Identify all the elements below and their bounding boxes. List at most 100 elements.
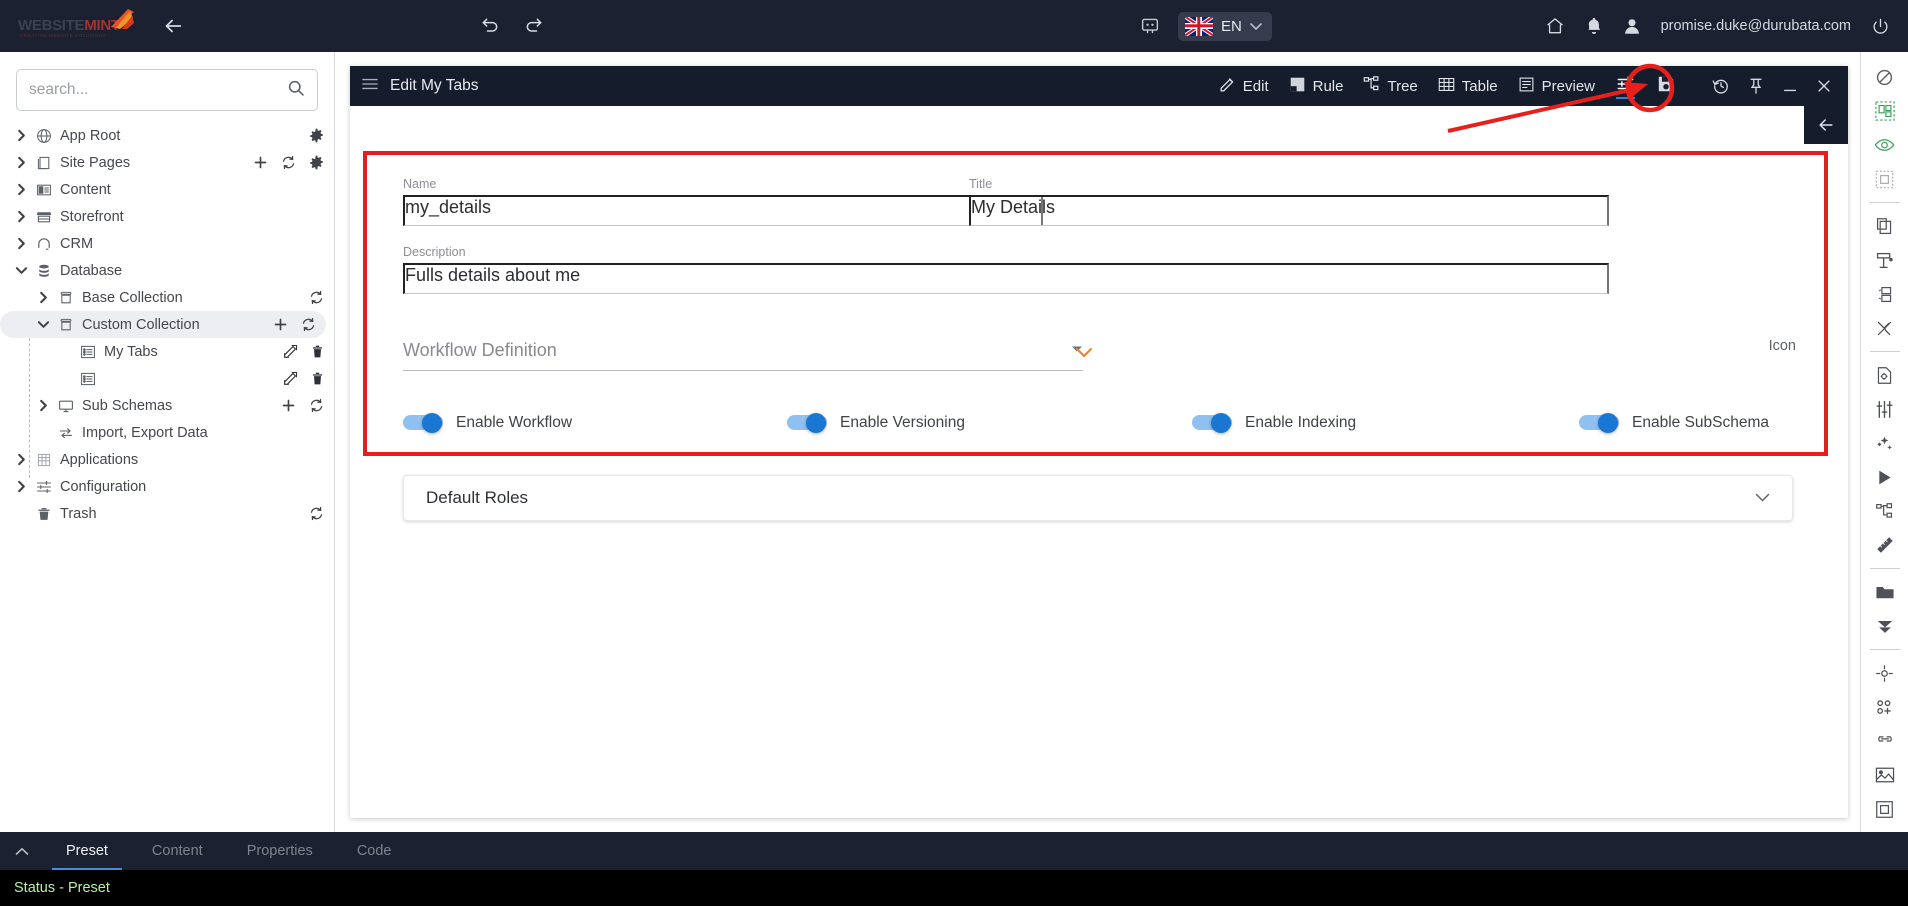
search-icon[interactable] [287, 79, 305, 102]
chevron-down-orange-icon[interactable] [1075, 345, 1093, 363]
file-settings-icon[interactable] [1861, 358, 1908, 392]
link-icon[interactable] [1861, 724, 1908, 758]
toggle-enable-versioning[interactable]: Enable Versioning [787, 413, 965, 433]
enable-versioning-switch[interactable] [787, 413, 827, 433]
sidebar-item-site-pages[interactable]: Site Pages [0, 149, 334, 176]
chevron-down-icon[interactable] [10, 264, 32, 277]
user-email-label[interactable]: promise.duke@durubata.com [1661, 18, 1851, 34]
plus-icon[interactable] [273, 317, 288, 332]
ruler-icon[interactable] [1861, 528, 1908, 562]
back-arrow-icon[interactable] [162, 15, 184, 37]
group-icon[interactable] [1861, 277, 1908, 311]
hierarchy-icon[interactable] [1861, 494, 1908, 528]
chevron-right-icon[interactable] [32, 291, 54, 304]
chevron-right-icon[interactable] [10, 210, 32, 223]
edit-icon[interactable] [283, 344, 298, 359]
block-icon[interactable] [1861, 60, 1908, 94]
user-icon[interactable] [1623, 16, 1641, 36]
tab-content[interactable]: Content [130, 832, 225, 870]
close-icon[interactable] [1816, 78, 1832, 94]
sidebar-item-base-collection[interactable]: Base Collection [0, 284, 334, 311]
toolbar-settings-button[interactable] [1605, 66, 1646, 106]
toolbar-tree-button[interactable]: Tree [1353, 66, 1427, 106]
chevron-down-icon[interactable] [1755, 489, 1770, 507]
chevron-up-icon[interactable] [0, 832, 44, 870]
redo-icon[interactable] [524, 16, 544, 36]
title-input[interactable] [969, 195, 1609, 226]
target-icon[interactable] [1861, 656, 1908, 690]
sliders-vertical-icon[interactable] [1861, 392, 1908, 426]
download-icon[interactable] [1861, 609, 1908, 643]
description-input[interactable] [403, 263, 1609, 294]
refresh-icon[interactable] [309, 398, 324, 413]
frame-icon[interactable] [1861, 792, 1908, 826]
delete-icon[interactable] [311, 371, 324, 386]
home-icon[interactable] [1545, 16, 1565, 36]
pin-icon[interactable] [1748, 77, 1764, 95]
refresh-icon[interactable] [301, 317, 316, 332]
language-selector[interactable]: EN [1178, 11, 1272, 41]
edit-icon[interactable] [283, 371, 298, 386]
search-box[interactable] [16, 69, 318, 111]
sidebar-item-app-root[interactable]: App Root [0, 122, 334, 149]
gear-icon[interactable] [309, 128, 324, 143]
chevron-right-icon[interactable] [10, 453, 32, 466]
clipboard-icon[interactable] [1861, 209, 1908, 243]
sidebar-item-database[interactable]: Database [0, 257, 334, 284]
folder-icon[interactable] [1861, 575, 1908, 609]
sidebar-item-storefront[interactable]: Storefront [0, 203, 334, 230]
toolbar-save-button[interactable] [1646, 66, 1686, 106]
tab-code[interactable]: Code [335, 832, 414, 870]
chevron-right-icon[interactable] [10, 156, 32, 169]
sidebar-item-unnamed-9[interactable] [0, 365, 334, 392]
notification-bell-icon[interactable] [1585, 16, 1603, 36]
toolbar-table-button[interactable]: Table [1428, 66, 1508, 106]
enable-workflow-switch[interactable] [403, 413, 443, 433]
enable-indexing-switch[interactable] [1192, 413, 1232, 433]
hamburger-icon[interactable] [362, 77, 378, 96]
delete-icon[interactable] [311, 344, 324, 359]
name-input[interactable] [403, 195, 1043, 226]
refresh-icon[interactable] [281, 155, 296, 170]
app-logo[interactable]: WEBSITEMINT CREATIVE WEBSITE SOLUTIONS [18, 9, 136, 43]
sidebar-item-crm[interactable]: CRM [0, 230, 334, 257]
gear-icon[interactable] [309, 155, 324, 170]
cut-disabled-icon[interactable] [1861, 311, 1908, 345]
toolbar-preview-button[interactable]: Preview [1508, 66, 1605, 106]
workflow-definition-select[interactable]: Workflow Definition [403, 340, 1083, 371]
chat-icon[interactable] [1140, 17, 1160, 35]
sidebar-item-trash[interactable]: Trash [0, 500, 334, 527]
history-icon[interactable] [1712, 77, 1730, 95]
add-node-icon[interactable] [1861, 690, 1908, 724]
eye-icon[interactable] [1861, 128, 1908, 162]
chevron-down-icon[interactable] [32, 318, 54, 331]
toggle-enable-subschema[interactable]: Enable SubSchema [1579, 413, 1769, 433]
power-icon[interactable] [1871, 17, 1890, 36]
tab-properties[interactable]: Properties [225, 832, 335, 870]
toggle-enable-indexing[interactable]: Enable Indexing [1192, 413, 1356, 433]
enable-subschema-switch[interactable] [1579, 413, 1619, 433]
sidebar-item-sub-schemas[interactable]: Sub Schemas [0, 392, 334, 419]
chevron-right-icon[interactable] [10, 237, 32, 250]
select-multiple-icon[interactable] [1861, 94, 1908, 128]
chevron-right-icon[interactable] [32, 399, 54, 412]
toolbar-edit-button[interactable]: Edit [1209, 66, 1279, 106]
sidebar-item-configuration[interactable]: Configuration [0, 473, 334, 500]
sidebar-item-import-export-data[interactable]: Import, Export Data [0, 419, 334, 446]
plus-icon[interactable] [253, 155, 268, 170]
toggle-enable-workflow[interactable]: Enable Workflow [403, 413, 572, 433]
image-icon[interactable] [1861, 758, 1908, 792]
tab-preset[interactable]: Preset [44, 832, 130, 870]
chevron-right-icon[interactable] [10, 183, 32, 196]
sidebar-item-content[interactable]: Content [0, 176, 334, 203]
minimize-icon[interactable] [1782, 78, 1798, 94]
toolbar-rule-button[interactable]: Rule [1279, 66, 1354, 106]
chevron-down-icon[interactable] [1250, 17, 1262, 35]
refresh-icon[interactable] [309, 506, 324, 521]
sidebar-item-custom-collection[interactable]: Custom Collection [0, 311, 326, 338]
refresh-icon[interactable] [309, 290, 324, 305]
play-icon[interactable] [1861, 460, 1908, 494]
paste-format-icon[interactable] [1861, 243, 1908, 277]
sidebar-item-applications[interactable]: Applications [0, 446, 334, 473]
undo-icon[interactable] [480, 16, 500, 36]
